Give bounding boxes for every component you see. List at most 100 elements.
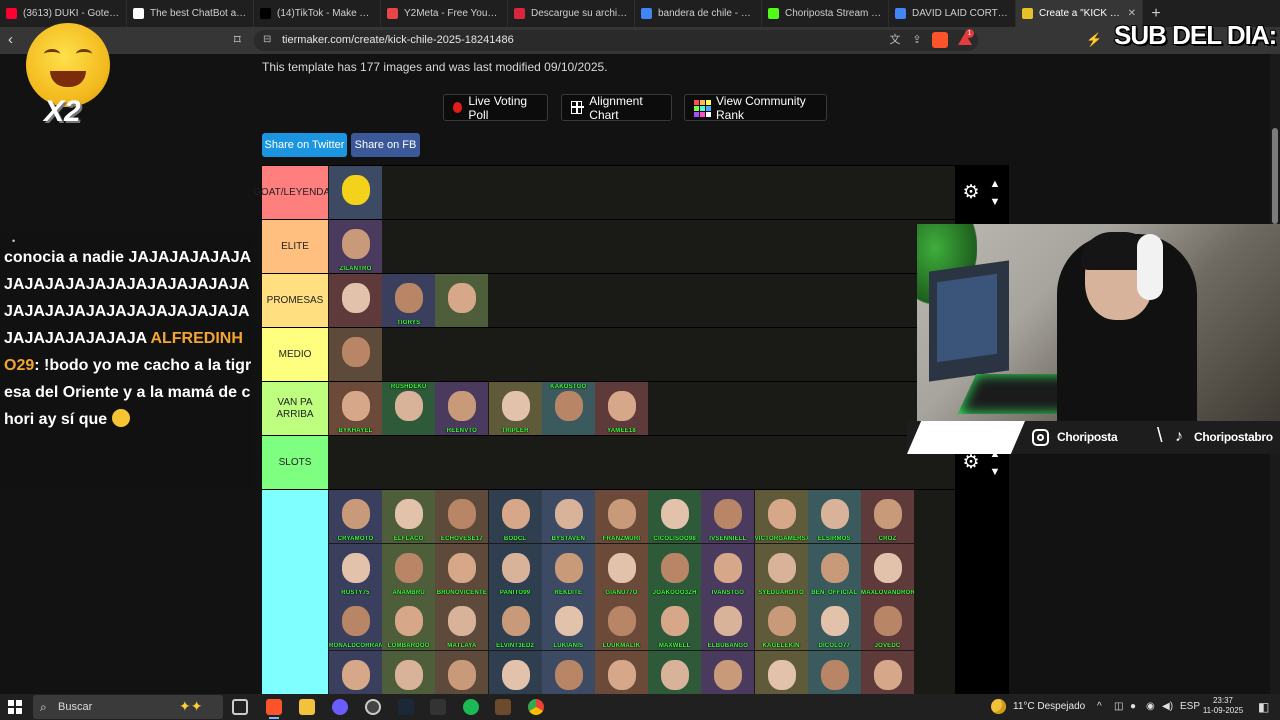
tier-item-image[interactable]: MAXWELL <box>648 597 702 650</box>
notifications-icon[interactable]: ◧ <box>1258 700 1269 714</box>
tier-item-image[interactable]: LOMBARDOO <box>382 597 436 650</box>
tier-item-image[interactable]: TRIPLER <box>488 382 542 435</box>
tier-items[interactable] <box>329 436 955 489</box>
tier-item-image[interactable]: IVANDCKS <box>861 650 914 694</box>
translate-icon[interactable]: 文 <box>888 33 902 47</box>
tier-item-image[interactable]: REENVTO <box>435 382 489 435</box>
tier-item-image[interactable]: ELSIRMOS <box>807 490 861 543</box>
browser-tab[interactable]: Y2Meta - Free YouTube Do <box>381 0 508 27</box>
tier-item-image[interactable]: IVSENNIELL <box>701 490 755 543</box>
minecraft-icon[interactable] <box>495 699 511 715</box>
browser-tab[interactable]: Choriposta Stream - Watc <box>762 0 889 27</box>
tab-close-icon[interactable]: ✕ <box>1128 8 1136 19</box>
chevron-down-icon[interactable]: ▼ <box>988 466 1002 478</box>
tier-item-image[interactable] <box>701 650 755 694</box>
browser-tab[interactable]: Descargue su archivo — C <box>508 0 635 27</box>
language-indicator[interactable]: ESP <box>1180 700 1200 714</box>
address-bar[interactable]: ⊟ tiermaker.com/create/kick-chile-2025-1… <box>254 30 978 51</box>
chrome-icon[interactable] <box>528 699 544 715</box>
tier-item-image[interactable] <box>382 650 436 694</box>
tier-items[interactable]: BYKHAYEL RUSHDEKU REENVTO TRIPLER KAKOSTGO YA… <box>329 382 955 435</box>
tier-item-image[interactable] <box>329 166 382 219</box>
steam-icon[interactable] <box>398 699 414 715</box>
tier-item-image[interactable]: DICOLO77 <box>807 597 861 650</box>
tier-item-image[interactable]: FRANZMURI <box>595 490 648 543</box>
tier-item-image[interactable]: JOVEDC <box>861 597 914 650</box>
tier-item-image[interactable]: IVANSTGO <box>701 543 755 597</box>
tray-app-icon[interactable]: ◫ <box>1114 700 1123 714</box>
tier-item-image[interactable]: RONALDCORRANDO <box>329 597 382 650</box>
tier-item-image[interactable]: BRUNOVICENTE <box>435 543 489 597</box>
obs-icon[interactable] <box>365 699 381 715</box>
file-explorer-icon[interactable] <box>299 699 315 715</box>
tier-item-image[interactable]: PANITO99 <box>488 543 542 597</box>
chevron-up-icon[interactable]: ▲ <box>988 178 1002 190</box>
tier-label[interactable]: PROMESAS <box>262 274 328 327</box>
bookmark-icon[interactable]: ⌑ <box>234 32 248 48</box>
browser-tab[interactable]: (14)TikTok - Make Your Da <box>254 0 381 27</box>
site-info-icon[interactable]: ⊟ <box>263 34 273 46</box>
scrollbar-thumb[interactable] <box>1272 128 1278 224</box>
tier-label[interactable]: GOAT/LEYENDAS <box>253 166 337 219</box>
tier-item-image[interactable]: REKDITE <box>541 543 595 597</box>
tier-item-image[interactable]: RUSTY75 <box>329 543 382 597</box>
view-community-rank-button[interactable]: View Community Rank <box>684 94 827 122</box>
tier-item-image[interactable]: ANAMBRU <box>382 543 436 597</box>
brave-shields-icon[interactable] <box>932 32 948 48</box>
taskbar-search[interactable]: ⌕ Buscar ✦✦ <box>33 695 223 719</box>
tier-label[interactable]: VAN PA ARRIBA <box>262 382 328 435</box>
share-twitter-button[interactable]: Share on Twitter <box>262 133 347 157</box>
gear-icon[interactable]: ⚙ <box>961 453 981 473</box>
tier-item-image[interactable]: SYEDUARDITO <box>754 543 808 597</box>
windows-start-icon[interactable] <box>8 700 22 714</box>
task-view-icon[interactable] <box>232 699 248 715</box>
tray-overflow-icon[interactable]: ^ <box>1097 700 1102 714</box>
tier-item-image[interactable]: ELVINT3ED2 <box>488 597 542 650</box>
chevron-down-icon[interactable]: ▼ <box>988 196 1002 208</box>
browser-tab[interactable]: bandera de chile - Buscar <box>635 0 762 27</box>
tier-item-image[interactable] <box>329 650 382 694</box>
clock[interactable]: 23:37 11-09-2025 <box>1200 696 1246 716</box>
spotify-icon[interactable] <box>463 699 479 715</box>
tier-item-image[interactable]: MATLAYA <box>435 597 489 650</box>
tier-item-image[interactable]: ELBUBANGO <box>701 597 755 650</box>
tier-item-image[interactable]: GIANU77O <box>595 543 648 597</box>
tier-item-image[interactable] <box>329 328 382 381</box>
tier-item-image[interactable]: KAGELEKIN <box>754 597 808 650</box>
tier-item-image[interactable]: CROZ <box>861 490 914 543</box>
discord-icon[interactable] <box>332 699 348 715</box>
tier-item-image[interactable]: LUUKMALIK <box>595 597 648 650</box>
tier-item-image[interactable] <box>435 274 489 327</box>
brave-rewards-icon[interactable]: 1 <box>958 29 974 46</box>
tier-item-image[interactable]: MAXLOVANDROR <box>861 543 914 597</box>
gear-icon[interactable]: ⚙ <box>961 183 981 203</box>
tier-label[interactable]: MEDIO <box>262 328 328 381</box>
tier-item-image[interactable] <box>648 650 702 694</box>
tier-label[interactable]: SLOTS <box>262 436 328 489</box>
volume-icon[interactable]: ◀) <box>1162 700 1173 714</box>
tier-item-image[interactable]: BYKHAYEL <box>329 382 382 435</box>
app-icon[interactable] <box>430 699 446 715</box>
tier-item-image[interactable]: RUSHDEKU <box>382 382 436 435</box>
tier-item-image[interactable] <box>329 274 382 327</box>
tier-item-image[interactable]: CRYAMOTO <box>329 490 382 543</box>
tier-item-image[interactable]: CICOLISOO98 <box>648 490 702 543</box>
tier-item-image[interactable]: BYSTAVEN <box>541 490 595 543</box>
tier-item-image[interactable]: JOAKOOO3ZH <box>648 543 702 597</box>
tier-item-image[interactable]: GERONIMOCL <box>595 650 648 694</box>
tier-item-image[interactable] <box>541 650 595 694</box>
tier-item-image[interactable]: BEN_OFFICIAL <box>807 543 861 597</box>
tier-items[interactable]: CRYAMOTO ELFLACO ECHOVESE17 BODCL BYSTAVEN FR… <box>329 490 955 694</box>
tier-item-image[interactable]: ZILANTRO <box>329 220 382 273</box>
microphone-icon[interactable]: ● <box>1130 700 1136 714</box>
tier-item-image[interactable]: LOBOYOHAN <box>488 650 542 694</box>
tier-label[interactable]: ELITE <box>262 220 328 273</box>
tier-items[interactable] <box>329 328 955 381</box>
tier-item-image[interactable]: YAMEE18 <box>595 382 648 435</box>
live-voting-poll-button[interactable]: Live Voting Poll <box>443 94 548 122</box>
tier-items[interactable]: TIGRYS <box>329 274 955 327</box>
back-icon[interactable]: ‹ <box>8 32 24 48</box>
tier-label[interactable] <box>262 490 328 694</box>
tier-item-image[interactable]: BODCL <box>488 490 542 543</box>
tier-item-image[interactable]: TIGRYS <box>382 274 436 327</box>
